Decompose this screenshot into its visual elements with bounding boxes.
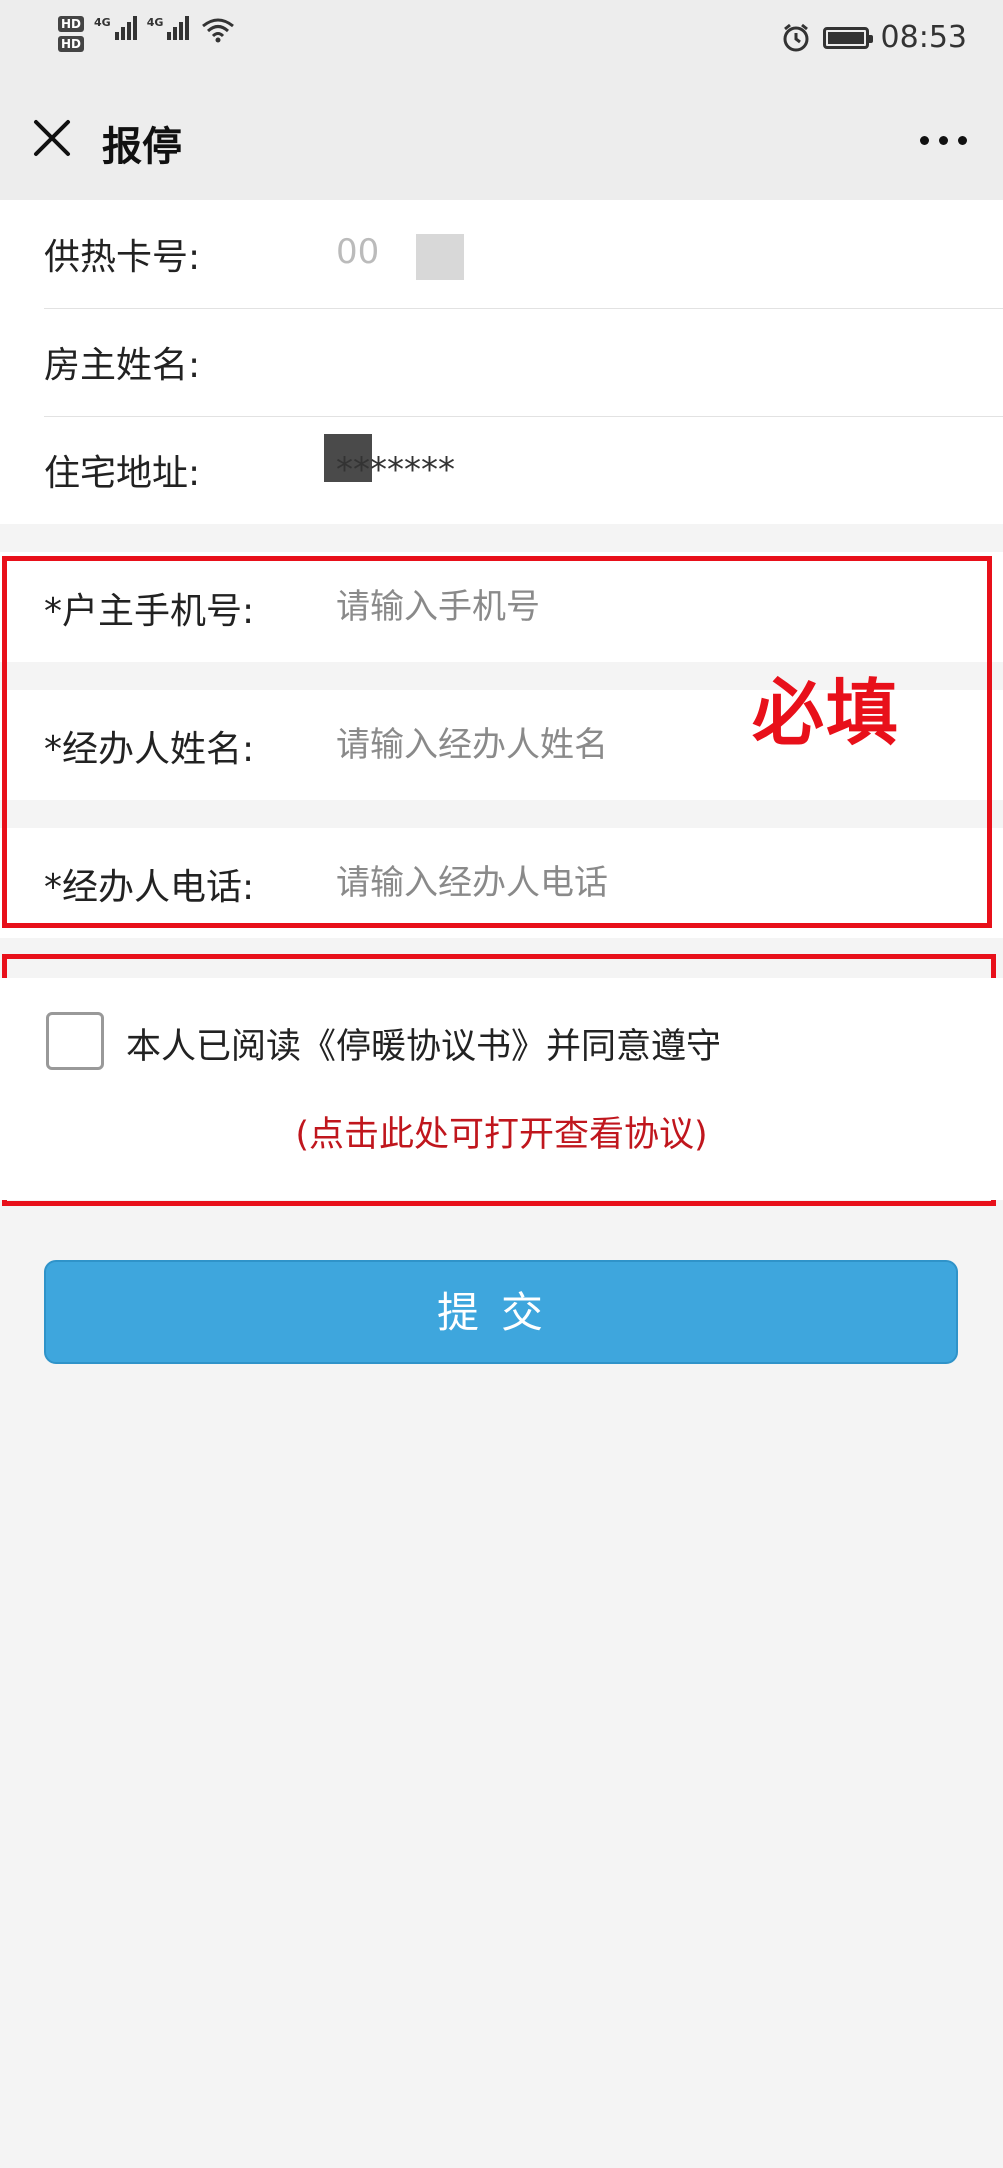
signal-icon: 4G <box>147 16 190 40</box>
owner-name-label: 房主姓名: <box>44 345 201 386</box>
wifi-icon <box>202 18 235 43</box>
card-number-value: 00 <box>336 232 380 272</box>
status-bar: HD HD 4G 4G 08:53 <box>0 0 1003 80</box>
owner-name-row: 房主姓名: <box>0 308 1003 482</box>
info-section: 供热卡号: 00 房主姓名: 住宅地址: ******* <box>0 200 1003 524</box>
network-type: 4G <box>94 16 111 29</box>
battery-icon <box>822 26 873 49</box>
agreement-section: 本人已阅读《停暖协议书》并同意遵守 (点击此处可打开查看协议) <box>0 978 1003 1200</box>
signal-icon: 4G <box>94 16 137 40</box>
submit-button[interactable]: 提交 <box>44 1260 958 1364</box>
address-value: ******* <box>336 450 455 490</box>
alarm-icon <box>783 23 809 51</box>
status-right: 08:53 <box>781 20 967 55</box>
address-label: 住宅地址: <box>44 453 201 494</box>
close-icon[interactable] <box>30 116 74 160</box>
required-note: 必填 <box>752 671 901 755</box>
card-number-row: 供热卡号: 00 <box>0 200 1003 308</box>
page-title: 报停 <box>102 124 182 170</box>
agreement-checkbox[interactable] <box>46 1012 104 1070</box>
agreement-link[interactable]: (点击此处可打开查看协议) <box>0 1106 1003 1157</box>
address-row: 住宅地址: ******* <box>0 416 1003 524</box>
nav-bar: 报停 <box>0 80 1003 200</box>
agreement-text: 本人已阅读《停暖协议书》并同意遵守 <box>126 1027 722 1067</box>
card-number-label: 供热卡号: <box>44 237 201 278</box>
more-icon[interactable] <box>920 136 967 145</box>
hd-icon: HD <box>58 36 85 52</box>
network-type: 4G <box>146 16 164 29</box>
hd-icon: HD <box>58 16 85 32</box>
clock: 08:53 <box>880 20 967 55</box>
status-left: HD HD 4G 4G <box>58 16 235 52</box>
redaction-block <box>416 234 464 280</box>
hd-icons: HD HD <box>58 16 85 52</box>
